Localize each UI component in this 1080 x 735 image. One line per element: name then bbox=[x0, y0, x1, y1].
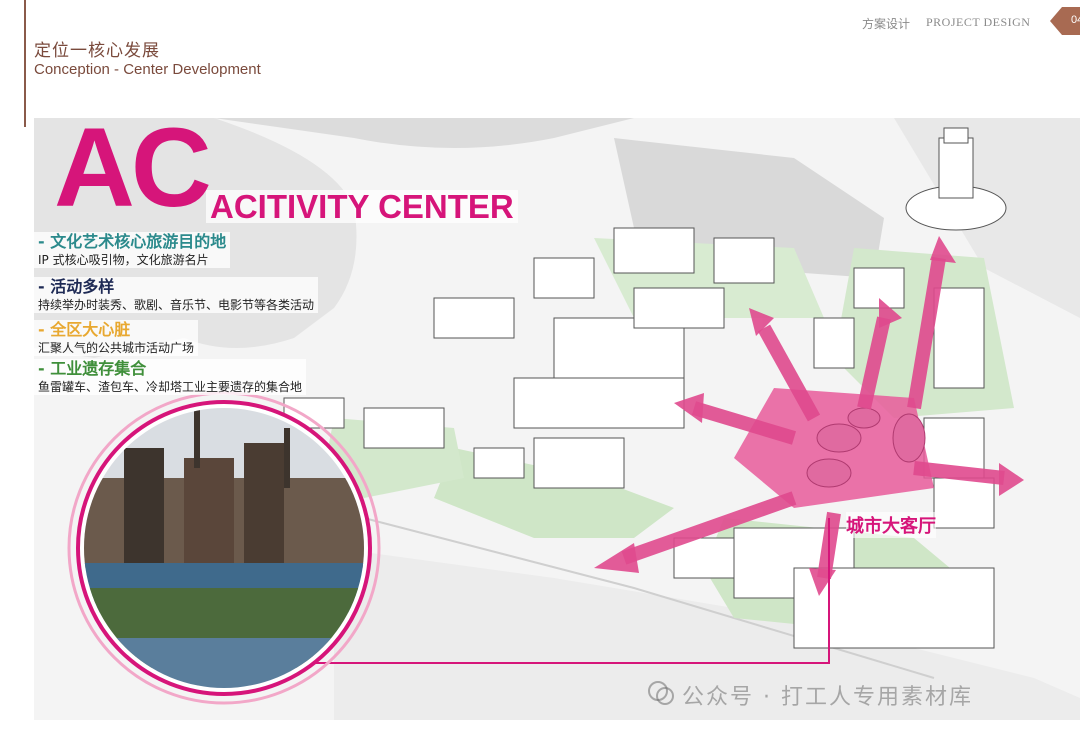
feature-title: - 工业遗存集合 bbox=[38, 359, 147, 378]
section-label-cn: 方案设计 bbox=[862, 17, 911, 31]
feature-item-heart: - 全区大心脏 汇聚人气的公共城市活动广场 bbox=[34, 320, 199, 356]
watermark-text: 公众号 · 打工人专用素材库 bbox=[682, 685, 973, 710]
feature-title: - 活动多样 bbox=[38, 277, 115, 296]
hero-subtitle: ACITIVITY CENTER bbox=[206, 190, 518, 223]
hero-letters: AC bbox=[54, 105, 212, 230]
feature-title: - 全区大心脏 bbox=[38, 320, 131, 339]
feature-title: - 文化艺术核心旅游目的地 bbox=[38, 232, 227, 251]
feature-desc: 汇聚人气的公共城市活动广场 bbox=[38, 341, 195, 355]
feature-desc: IP 式核心吸引物，文化旅游名片 bbox=[38, 253, 209, 267]
page-subtitle: Conception - Center Development bbox=[34, 61, 261, 78]
feature-item-culture: - 文化艺术核心旅游目的地 IP 式核心吸引物，文化旅游名片 bbox=[34, 232, 231, 268]
feature-item-activities: - 活动多样 持续举办时装秀、歌剧、音乐节、电影节等各类活动 bbox=[34, 277, 319, 313]
page-number: 04 bbox=[1071, 14, 1080, 26]
section-label-en: PROJECT DESIGN bbox=[926, 15, 1031, 29]
header-divider bbox=[24, 0, 26, 127]
hub-label: 城市大客厅 bbox=[846, 512, 936, 538]
feature-desc: 鱼雷罐车、渣包车、冷却塔工业主要遗存的集合地 bbox=[38, 380, 303, 394]
feature-desc: 持续举办时装秀、歌剧、音乐节、电影节等各类活动 bbox=[38, 298, 315, 312]
page-title: 定位一核心发展 bbox=[34, 41, 160, 61]
feature-item-heritage: - 工业遗存集合 鱼雷罐车、渣包车、冷却塔工业主要遗存的集合地 bbox=[34, 359, 307, 395]
wechat-icon bbox=[648, 681, 674, 705]
